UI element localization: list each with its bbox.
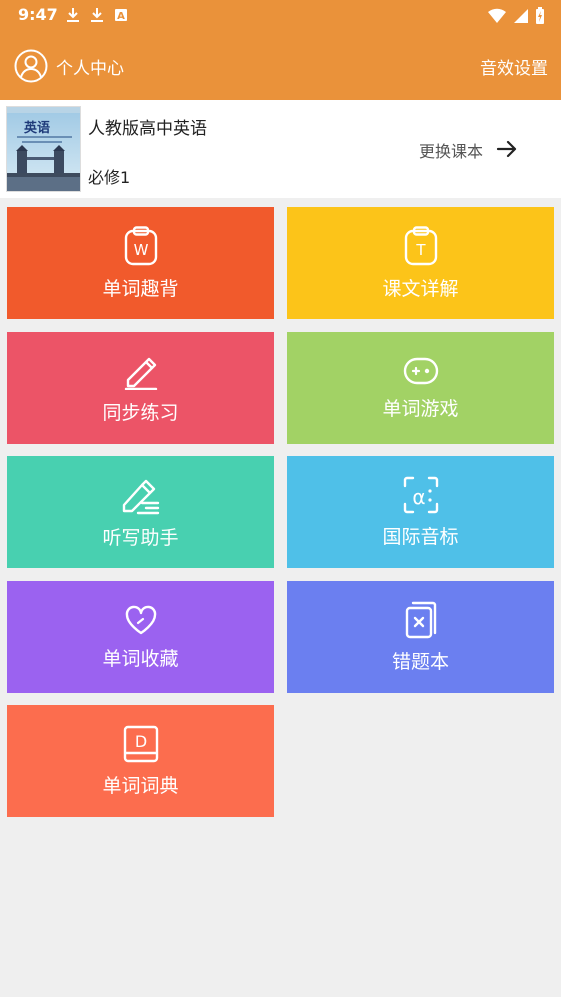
user-circle-icon — [14, 49, 48, 83]
status-bar: 9:47 A — [0, 0, 561, 32]
status-icons-right — [487, 7, 545, 25]
tile-word-favorites[interactable]: 单词收藏 — [7, 581, 274, 693]
font-a-icon: A — [115, 9, 127, 22]
wifi-icon — [488, 8, 506, 23]
heart-icon — [125, 605, 156, 634]
tile-label: 国际音标 — [382, 525, 459, 548]
clipboard-t-icon: T — [404, 225, 437, 265]
book-volume: 必修1 — [88, 168, 131, 187]
download-icon — [91, 8, 103, 22]
gamepad-icon — [403, 357, 438, 384]
signal-icon — [514, 9, 528, 23]
tile-label: 错题本 — [391, 650, 449, 673]
tile-dictation-helper[interactable]: 听写助手 — [7, 456, 274, 568]
tile-word-memorize[interactable]: W 单词趣背 — [7, 207, 274, 319]
svg-text:W: W — [133, 241, 148, 259]
tile-word-dictionary[interactable]: D 单词词典 — [7, 705, 274, 817]
dictionary-d-icon: D — [123, 725, 158, 762]
tile-label: 单词游戏 — [382, 397, 459, 420]
tile-sync-practice[interactable]: 同步练习 — [7, 332, 274, 444]
status-time: 9:47 — [18, 5, 58, 24]
app-bar: 个人中心 音效设置 — [0, 32, 561, 100]
tile-word-game[interactable]: 单词游戏 — [287, 332, 554, 444]
tile-label: 单词趣背 — [102, 277, 179, 300]
book-title: 人教版高中英语 — [88, 119, 207, 139]
pencil-icon — [124, 357, 157, 390]
tile-phonetics[interactable]: α 国际音标 — [287, 456, 554, 568]
tile-label: 单词收藏 — [102, 647, 179, 670]
tile-label: 课文详解 — [382, 277, 459, 300]
change-book-button[interactable]: 更换课本 — [419, 138, 483, 162]
clipboard-w-icon: W — [124, 225, 157, 265]
tile-label: 单词词典 — [102, 774, 179, 797]
book-cover-title: 英语 — [23, 120, 50, 136]
tile-label: 听写助手 — [102, 526, 179, 549]
download-icon — [67, 8, 79, 22]
edit-lines-icon — [122, 479, 159, 514]
alpha-phonetic-icon: α — [403, 476, 438, 513]
profile-label: 个人中心 — [56, 58, 124, 79]
status-icons-left: A — [66, 7, 128, 23]
book-x-icon — [405, 601, 436, 638]
tile-text-explain[interactable]: T 课文详解 — [287, 207, 554, 319]
tile-mistake-book[interactable]: 错题本 — [287, 581, 554, 693]
current-book-panel: 英语 人教版高中英语 必修1 更换课本 — [0, 100, 561, 198]
svg-text:α: α — [412, 485, 425, 509]
svg-text:A: A — [117, 11, 125, 22]
profile-button[interactable]: 个人中心 — [14, 49, 124, 83]
arrow-right-icon[interactable] — [495, 137, 519, 161]
svg-text:T: T — [415, 241, 426, 259]
book-cover-image: 英语 — [6, 106, 81, 192]
change-book-label: 更换课本 — [418, 142, 483, 161]
svg-text:D: D — [134, 732, 146, 751]
tile-label: 同步练习 — [102, 401, 179, 424]
battery-charging-icon — [536, 7, 544, 24]
sound-settings-button[interactable]: 音效设置 — [480, 54, 548, 79]
